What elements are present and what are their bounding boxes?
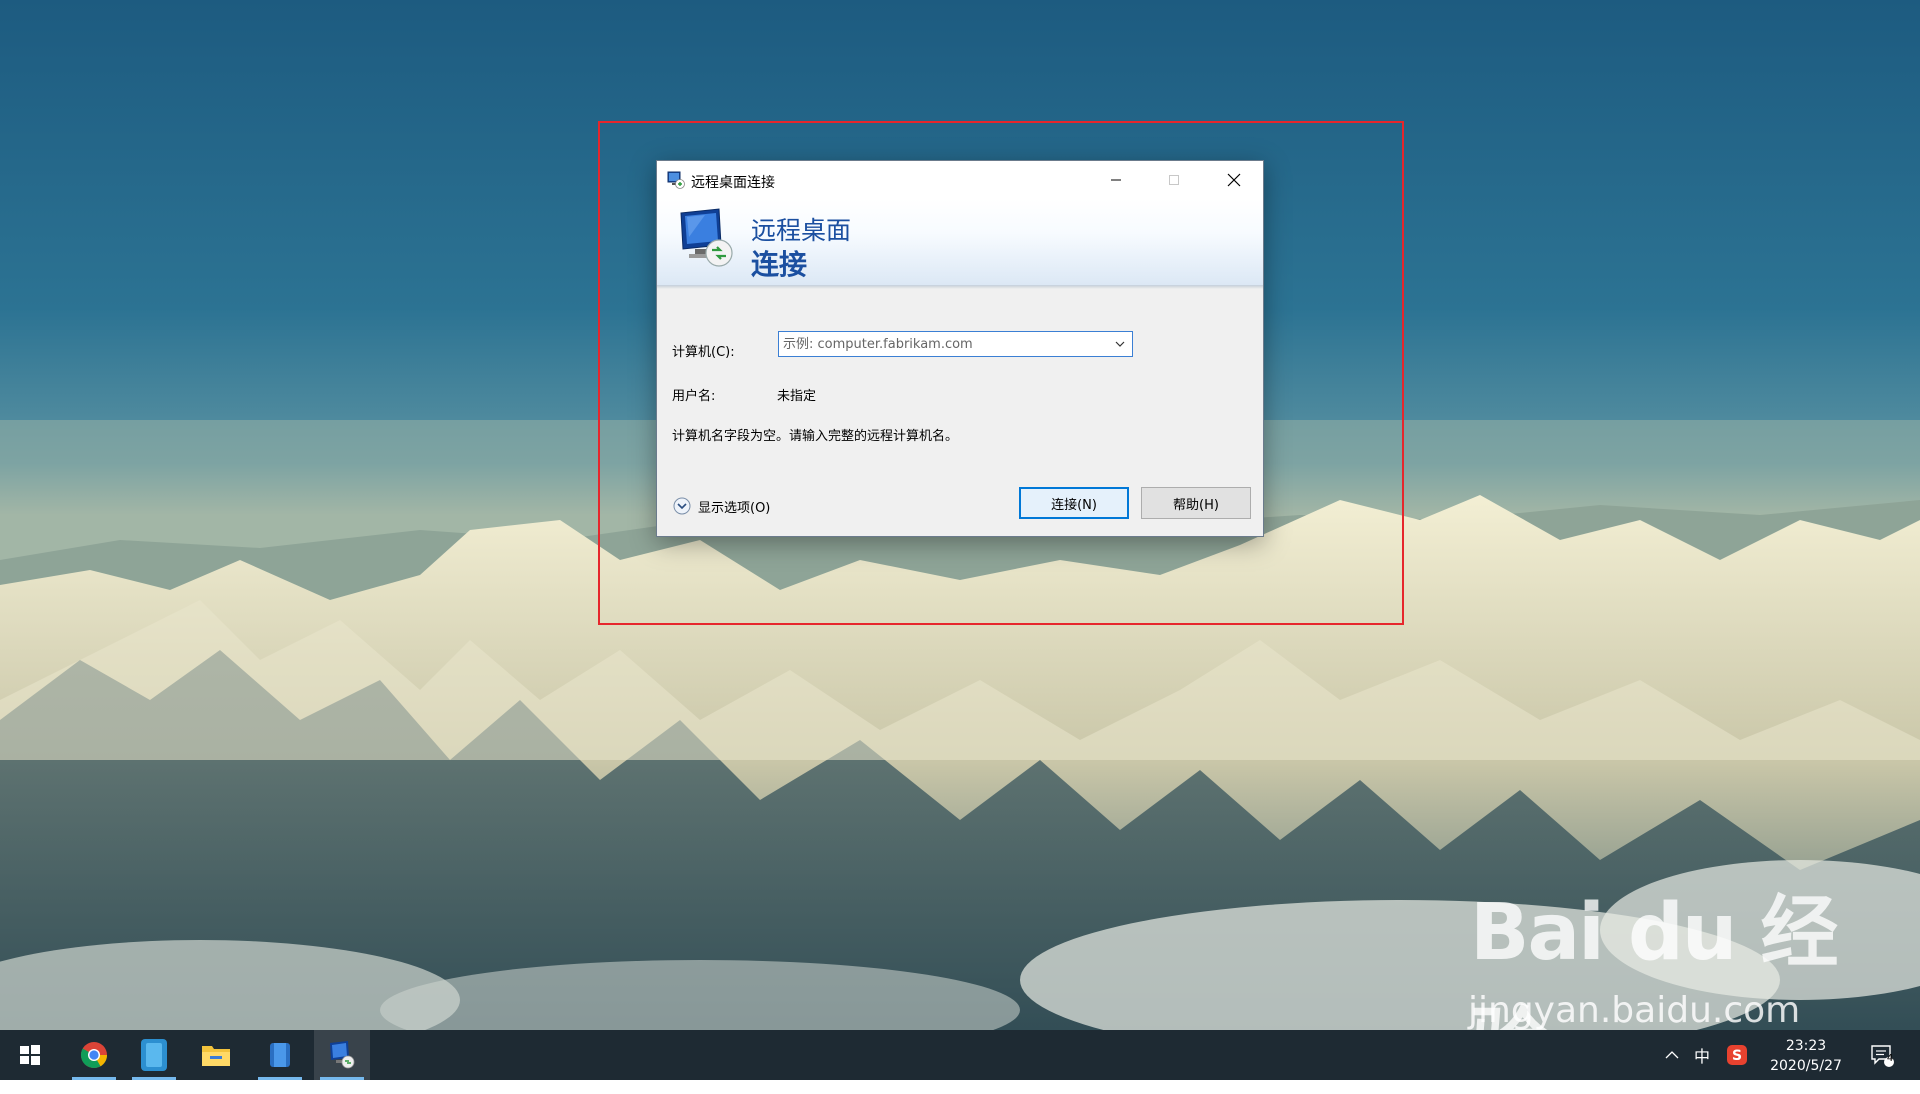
window-title: 远程桌面连接	[691, 175, 775, 191]
clock-date: 2020/5/27	[1770, 1058, 1842, 1074]
sogou-ime-button[interactable]: S	[1722, 1030, 1752, 1080]
minimize-button[interactable]	[1087, 161, 1145, 199]
taskbar-file-explorer[interactable]	[188, 1030, 244, 1080]
show-hidden-icons-button[interactable]	[1660, 1030, 1684, 1080]
clock-time: 23:23	[1785, 1038, 1827, 1054]
banner-title-line2: 连接	[751, 248, 808, 281]
show-options-label: 显示选项(O)	[698, 500, 771, 516]
notification-count: 4	[1886, 1053, 1894, 1064]
maximize-icon	[1169, 175, 1179, 185]
minimize-icon	[1111, 179, 1121, 181]
windows-logo-icon	[20, 1045, 40, 1065]
maximize-button	[1145, 161, 1203, 199]
taskbar-remote-desktop[interactable]	[314, 1030, 370, 1080]
computer-label: 计算机(C):	[672, 345, 735, 360]
title-bar[interactable]: 远程桌面连接	[657, 161, 1263, 199]
watermark: Bai du 经验 jingyan.baidu.com	[1468, 870, 1890, 1090]
status-message: 计算机名字段为空。请输入完整的远程计算机名。	[672, 429, 959, 444]
chevron-down-icon	[1115, 341, 1125, 347]
chevron-up-icon	[1665, 1051, 1679, 1059]
dialog-banner: 远程桌面 连接	[657, 199, 1263, 286]
computer-combobox[interactable]	[778, 331, 1133, 357]
banner-title-line1: 远程桌面	[751, 216, 852, 245]
blue-app-icon	[141, 1039, 167, 1071]
remote-desktop-icon	[330, 1041, 355, 1069]
start-button[interactable]	[2, 1030, 58, 1080]
expand-circle-icon	[673, 497, 691, 515]
remote-desktop-icon	[667, 171, 685, 189]
clock[interactable]: 23:23 2020/5/27	[1756, 1036, 1856, 1076]
taskbar-chrome[interactable]	[66, 1030, 122, 1080]
close-icon	[1227, 173, 1241, 187]
username-label: 用户名:	[672, 389, 716, 404]
combobox-dropdown-button[interactable]	[1110, 334, 1130, 354]
chrome-icon	[80, 1042, 108, 1069]
connect-button[interactable]: 连接(N)	[1019, 487, 1129, 519]
taskbar-app-4[interactable]	[252, 1030, 308, 1080]
folder-icon	[202, 1046, 230, 1066]
remote-desktop-banner-icon	[680, 208, 733, 267]
banner-divider	[657, 286, 1263, 289]
taskbar: 中 S 23:23 2020/5/27 4	[0, 1030, 1920, 1080]
show-options-toggle[interactable]: 显示选项(O)	[673, 496, 770, 516]
blue-box-icon	[270, 1043, 290, 1067]
watermark-url: jingyan.baidu.com	[1468, 990, 1801, 1031]
close-button[interactable]	[1205, 161, 1263, 199]
action-center-button[interactable]: 4	[1862, 1030, 1902, 1080]
ime-indicator[interactable]: 中	[1688, 1030, 1716, 1080]
svg-text:S: S	[1732, 1048, 1742, 1064]
help-button[interactable]: 帮助(H)	[1141, 487, 1251, 519]
taskbar-app-2[interactable]	[126, 1030, 182, 1080]
computer-input[interactable]	[781, 334, 1103, 354]
remote-desktop-dialog: 远程桌面连接 远程桌面 连接 计算机(C): 用户名: 未指定	[656, 160, 1264, 537]
username-value: 未指定	[777, 389, 817, 404]
sogou-icon: S	[1727, 1045, 1747, 1065]
